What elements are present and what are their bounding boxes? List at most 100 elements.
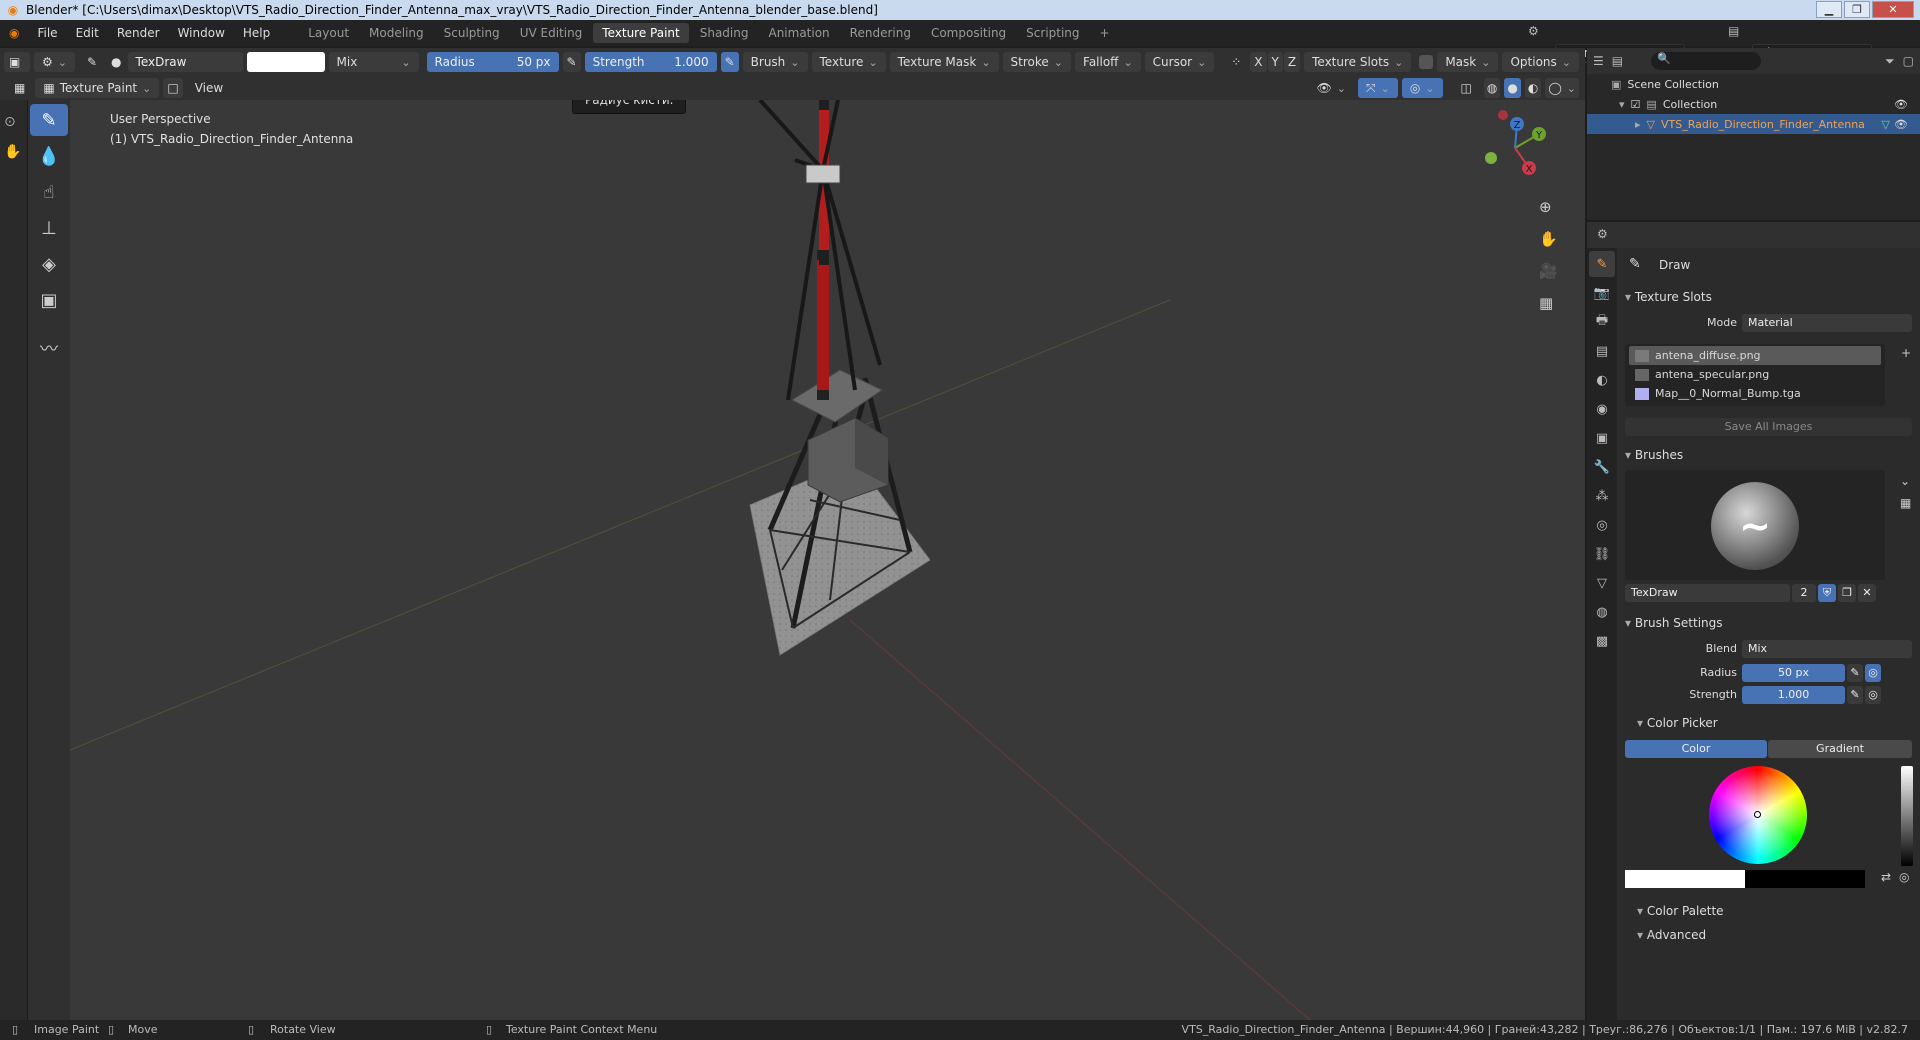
radius-unit-icon[interactable]: ◎: [1865, 664, 1881, 682]
data-tab-icon[interactable]: ▽: [1589, 570, 1615, 596]
blend-dropdown[interactable]: Mix: [1742, 640, 1912, 658]
tab-animation[interactable]: Animation: [759, 23, 838, 43]
falloff-menu[interactable]: Falloff: [1075, 52, 1141, 72]
mode-dropdown[interactable]: ▦ Texture Paint: [35, 78, 160, 98]
secondary-color-swatch[interactable]: [1745, 870, 1865, 888]
strength-field[interactable]: 1.000: [1742, 686, 1845, 704]
object-data-icon[interactable]: ▽: [1882, 118, 1890, 131]
menu-help[interactable]: Help: [234, 26, 279, 40]
shading-material-icon[interactable]: ◐: [1524, 78, 1542, 98]
mirror-y-button[interactable]: Y: [1267, 52, 1283, 72]
radius-pressure-icon[interactable]: ✎: [562, 52, 581, 72]
tab-uv-editing[interactable]: UV Editing: [511, 23, 592, 43]
collection-checkbox-icon[interactable]: ☑: [1631, 98, 1641, 111]
minimize-button[interactable]: ▁: [1816, 1, 1842, 18]
world-tab-icon[interactable]: ◉: [1589, 396, 1615, 422]
smear-tool-icon[interactable]: ☝: [30, 176, 68, 208]
color-wheel[interactable]: [1709, 766, 1807, 864]
brush-users-count[interactable]: 2: [1792, 584, 1816, 602]
brush-icon[interactable]: ✎: [79, 52, 105, 72]
outliner-collection[interactable]: ▾ ☑ ▤ Collection 👁: [1587, 94, 1920, 114]
hand-nav-icon[interactable]: ✋: [4, 144, 23, 160]
value-slider[interactable]: [1901, 766, 1913, 866]
scroll-nav-icon[interactable]: ⊙: [4, 114, 23, 130]
tab-rendering[interactable]: Rendering: [841, 23, 920, 43]
annotate-tool-icon[interactable]: 〰: [30, 332, 68, 364]
gizmo-toggle-icon[interactable]: ⤧: [1358, 78, 1398, 98]
outliner-editor-icon[interactable]: ☰: [1593, 54, 1604, 68]
brush-menu[interactable]: Brush: [742, 52, 808, 72]
soften-tool-icon[interactable]: 💧: [30, 140, 68, 172]
new-collection-icon[interactable]: ▢: [1903, 54, 1914, 68]
shading-rendered-icon[interactable]: ◯: [1545, 78, 1579, 98]
zoom-view-icon[interactable]: ⊕: [1539, 198, 1552, 216]
constraints-tab-icon[interactable]: ⛓: [1589, 541, 1615, 567]
texture-slot-item[interactable]: antena_specular.png: [1629, 365, 1881, 384]
add-slot-icon[interactable]: +: [1901, 346, 1911, 360]
modifier-tab-icon[interactable]: 🔧: [1589, 454, 1615, 480]
color-tab[interactable]: Color: [1625, 740, 1767, 758]
strength-pressure-icon[interactable]: ✎: [1847, 686, 1863, 704]
paint-mode-icon[interactable]: ▦: [8, 78, 31, 98]
material-tab-icon[interactable]: ◍: [1589, 599, 1615, 625]
brush-options-icon[interactable]: ⌄: [1900, 474, 1910, 488]
properties-editor-icon[interactable]: ⚙: [1597, 227, 1608, 241]
pan-view-icon[interactable]: ✋: [1539, 230, 1558, 248]
cursor-menu[interactable]: Cursor: [1144, 52, 1215, 72]
tab-sculpting[interactable]: Sculpting: [435, 23, 509, 43]
xray-icon[interactable]: ◫: [1453, 78, 1480, 98]
add-workspace-button[interactable]: +: [1091, 23, 1119, 43]
mask-menu[interactable]: Mask: [1437, 52, 1499, 72]
view-layer-icon[interactable]: ▤: [1728, 24, 1739, 38]
fake-user-shield-icon[interactable]: ⛨: [1818, 584, 1836, 602]
color-picker-header[interactable]: Color Picker: [1637, 716, 1718, 730]
tool-settings-icon[interactable]: ⚙: [34, 52, 75, 72]
overlay-toggle-icon[interactable]: ◎: [1401, 78, 1443, 98]
view-menu[interactable]: View: [187, 78, 231, 98]
tab-layout[interactable]: Layout: [299, 23, 358, 43]
brush-texture-icon[interactable]: ▦: [1900, 496, 1911, 510]
filter-icon[interactable]: ⏷: [1885, 54, 1895, 69]
collection-visibility-icon[interactable]: 👁: [1894, 98, 1908, 111]
shading-wireframe-icon[interactable]: ◍: [1483, 78, 1501, 98]
radius-field[interactable]: Radius 50 px: [426, 52, 559, 72]
tab-compositing[interactable]: Compositing: [922, 23, 1015, 43]
radius-field[interactable]: 50 px: [1742, 664, 1845, 682]
expand-arrow-icon[interactable]: ▾: [1619, 98, 1625, 111]
options-menu[interactable]: Options: [1502, 52, 1579, 72]
brush-settings-header[interactable]: Brush Settings: [1625, 616, 1723, 630]
radius-pressure-icon[interactable]: ✎: [1847, 664, 1863, 682]
axis-gizmo[interactable]: Y Z X: [1455, 110, 1575, 190]
3d-viewport[interactable]: User Perspective (1) VTS_Radio_Direction…: [70, 100, 1585, 1020]
physics-tab-icon[interactable]: ◎: [1589, 512, 1615, 538]
render-tab-icon[interactable]: 📷: [1589, 280, 1615, 306]
brush-color-swatch[interactable]: [246, 52, 325, 72]
mask-tool-icon[interactable]: ▣: [30, 284, 68, 316]
advanced-header[interactable]: Advanced: [1637, 928, 1706, 942]
texture-slots-header[interactable]: Texture Slots: [1625, 290, 1712, 304]
mirror-z-button[interactable]: Z: [1283, 52, 1301, 72]
texture-menu[interactable]: Texture: [811, 52, 886, 72]
blend-mode-dropdown[interactable]: Mix: [328, 52, 419, 72]
color-palette-header[interactable]: Color Palette: [1637, 904, 1724, 918]
symmetry-icon[interactable]: ⁘: [1223, 52, 1249, 72]
outliner-scene-collection[interactable]: ▣ Scene Collection: [1587, 74, 1920, 94]
menu-render[interactable]: Render: [108, 26, 169, 40]
texture-slot-item[interactable]: Map__0_Normal_Bump.tga: [1629, 384, 1881, 403]
output-tab-icon[interactable]: 🖶: [1589, 309, 1615, 335]
camera-view-icon[interactable]: 🎥: [1539, 262, 1558, 280]
strength-unit-icon[interactable]: ◎: [1865, 686, 1881, 704]
outliner-object-row[interactable]: ▸ ▽ VTS_Radio_Direction_Finder_Antenna ▽…: [1587, 114, 1920, 134]
fill-tool-icon[interactable]: ◈: [30, 248, 68, 280]
tab-scripting[interactable]: Scripting: [1017, 23, 1088, 43]
object-visibility-icon[interactable]: 👁: [1894, 118, 1908, 131]
brush-name-field[interactable]: TexDraw: [127, 52, 243, 72]
menu-window[interactable]: Window: [169, 26, 234, 40]
texture-slots-menu[interactable]: Texture Slots: [1304, 52, 1412, 72]
strength-field[interactable]: Strength 1.000: [584, 52, 717, 72]
menu-file[interactable]: File: [28, 26, 66, 40]
object-tab-icon[interactable]: ▣: [1589, 425, 1615, 451]
mask-checkbox[interactable]: [1419, 55, 1434, 69]
mask-mode-icon[interactable]: □: [163, 78, 183, 98]
visibility-icon[interactable]: 👁: [1309, 78, 1354, 98]
